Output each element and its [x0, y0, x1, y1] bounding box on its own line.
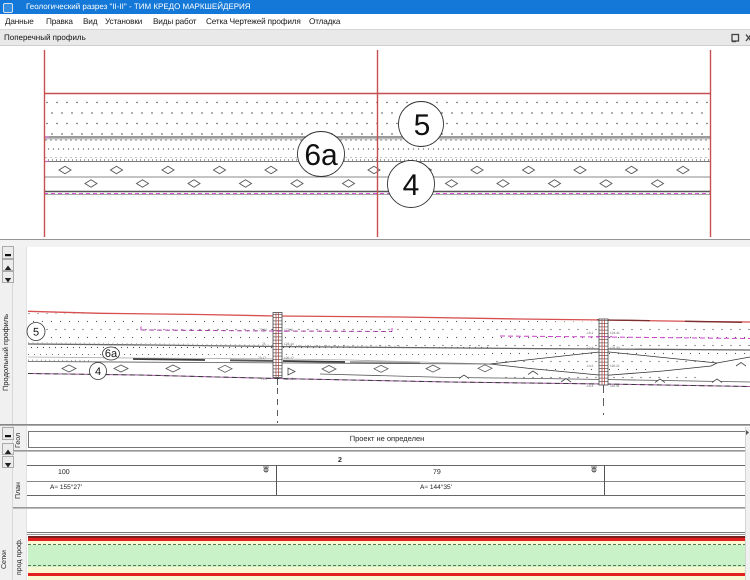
svg-text:120.21: 120.21: [610, 364, 620, 368]
svg-text:73.17: 73.17: [258, 356, 266, 360]
svg-text:118.31: 118.31: [610, 384, 620, 388]
svg-text:118.25: 118.25: [284, 377, 294, 381]
svg-text:71.6: 71.6: [261, 377, 267, 381]
svg-text:120.17: 120.17: [284, 356, 294, 360]
svg-text:5: 5: [414, 109, 431, 142]
svg-text:-10.1: -10.1: [586, 331, 593, 335]
svg-text:75: 75: [262, 342, 266, 346]
svg-text:-16.3: -16.3: [586, 384, 593, 388]
svg-text:4: 4: [403, 169, 420, 202]
svg-text:124.41: 124.41: [610, 331, 620, 335]
svg-text:6а: 6а: [105, 348, 118, 360]
svg-text:4: 4: [95, 366, 101, 378]
svg-text:-14.2: -14.2: [586, 364, 593, 368]
svg-text:5: 5: [33, 327, 39, 339]
svg-text:122.33: 122.33: [610, 346, 620, 350]
svg-text:177.31: 177.31: [284, 328, 294, 332]
svg-text:77.30: 77.30: [259, 328, 267, 332]
svg-text:-12.3: -12.3: [586, 346, 593, 350]
svg-text:123.14: 123.14: [284, 342, 294, 346]
svg-text:6а: 6а: [304, 139, 338, 172]
